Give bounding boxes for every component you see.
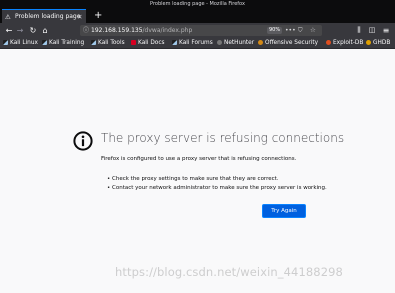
bookmark-kali-docs[interactable]: Kali Docs xyxy=(131,38,165,49)
suggestion-item: Contact your network administrator to ma… xyxy=(107,184,327,193)
home-icon[interactable]: ⌂ xyxy=(40,23,50,38)
bookmark-label: Kali Tools xyxy=(98,40,125,46)
tab-bar: ⚠ Problem loading page ✕ xyxy=(0,8,395,23)
bookmarks-toolbar: Kali Linux Kali Training Kali Tools Kali… xyxy=(0,38,395,49)
kali-icon xyxy=(3,39,8,45)
url-path: /dvwa/index.php xyxy=(142,27,193,34)
info-icon xyxy=(73,131,93,151)
back-arrow-icon[interactable]: ← xyxy=(4,23,14,38)
bookmark-nethunter[interactable]: NetHunter xyxy=(217,38,254,49)
tab-problem-loading-page[interactable]: ⚠ Problem loading page ✕ xyxy=(2,9,86,23)
new-tab-button[interactable]: + xyxy=(94,8,102,23)
suggestion-item: Check the proxy settings to make sure th… xyxy=(107,175,327,184)
bookmark-kali-tools[interactable]: Kali Tools xyxy=(91,38,125,49)
bookmark-kali-linux[interactable]: Kali Linux xyxy=(3,38,38,49)
ghdb-icon xyxy=(366,39,371,45)
zoom-level-button[interactable]: 90% xyxy=(267,27,283,34)
tracking-shield-icon[interactable]: ⛉ xyxy=(298,25,303,36)
error-title: The proxy server is refusing connections xyxy=(101,131,345,145)
navigation-toolbar: ← → ↻ ⌂ ⓘ 192.168.159.135/dvwa/index.php… xyxy=(0,23,395,38)
bookmark-kali-training[interactable]: Kali Training xyxy=(42,38,84,49)
page-content xyxy=(0,49,395,293)
bookmark-label: Exploit-DB xyxy=(333,40,364,46)
kali-icon xyxy=(42,39,47,45)
bookmark-label: NetHunter xyxy=(224,40,255,46)
sidebar-icon[interactable]: ◫ xyxy=(367,23,377,38)
close-tab-icon[interactable]: ✕ xyxy=(77,10,82,24)
bookmark-star-icon[interactable]: ☆ xyxy=(310,25,316,36)
bookmark-ghdb[interactable]: GHDB xyxy=(366,38,390,49)
url-host: 192.168.159.135 xyxy=(91,27,143,34)
warning-icon: ⚠ xyxy=(5,13,11,21)
kali-docs-icon xyxy=(131,39,136,45)
suggestion-list: Check the proxy settings to make sure th… xyxy=(107,175,327,193)
window-title-bar: Problem loading page - Mozilla Firefox xyxy=(0,0,395,8)
watermark-text: https://blog.csdn.net/weixin_44188298 xyxy=(115,265,343,279)
bookmark-kali-forums[interactable]: Kali Forums xyxy=(172,38,213,49)
bookmark-label: Kali Forums xyxy=(179,40,213,46)
try-again-button[interactable]: Try Again xyxy=(263,205,305,217)
bookmark-label: Kali Docs xyxy=(138,40,165,46)
library-icon[interactable]: ⫼ xyxy=(354,23,364,38)
bookmark-label: GHDB xyxy=(373,40,391,46)
url-bar[interactable]: ⓘ 192.168.159.135/dvwa/index.php 90% •••… xyxy=(80,25,322,36)
bookmark-label: Offensive Security xyxy=(265,40,319,46)
nethunter-icon xyxy=(217,39,222,45)
kali-icon xyxy=(91,39,96,45)
kali-icon xyxy=(172,39,177,45)
error-description: Firefox is configured to use a proxy ser… xyxy=(101,156,297,162)
reload-icon[interactable]: ↻ xyxy=(28,23,38,38)
bookmark-exploit-db[interactable]: Exploit-DB xyxy=(326,38,363,49)
window-title: Problem loading page - Mozilla Firefox xyxy=(150,1,245,7)
tab-label: Problem loading page xyxy=(15,13,81,20)
bookmark-label: Kali Training xyxy=(49,40,85,46)
url-text[interactable]: 192.168.159.135/dvwa/index.php xyxy=(91,25,192,36)
forward-arrow-icon[interactable]: → xyxy=(15,23,25,38)
menu-icon[interactable]: ≡ xyxy=(381,23,391,38)
bookmark-offensive-security[interactable]: Offensive Security xyxy=(258,38,318,49)
offsec-icon xyxy=(258,39,263,45)
site-info-icon[interactable]: ⓘ xyxy=(83,25,89,36)
bookmark-label: Kali Linux xyxy=(10,40,38,46)
page-actions-icon[interactable]: ••• xyxy=(285,25,296,36)
exploit-db-icon xyxy=(326,39,331,45)
